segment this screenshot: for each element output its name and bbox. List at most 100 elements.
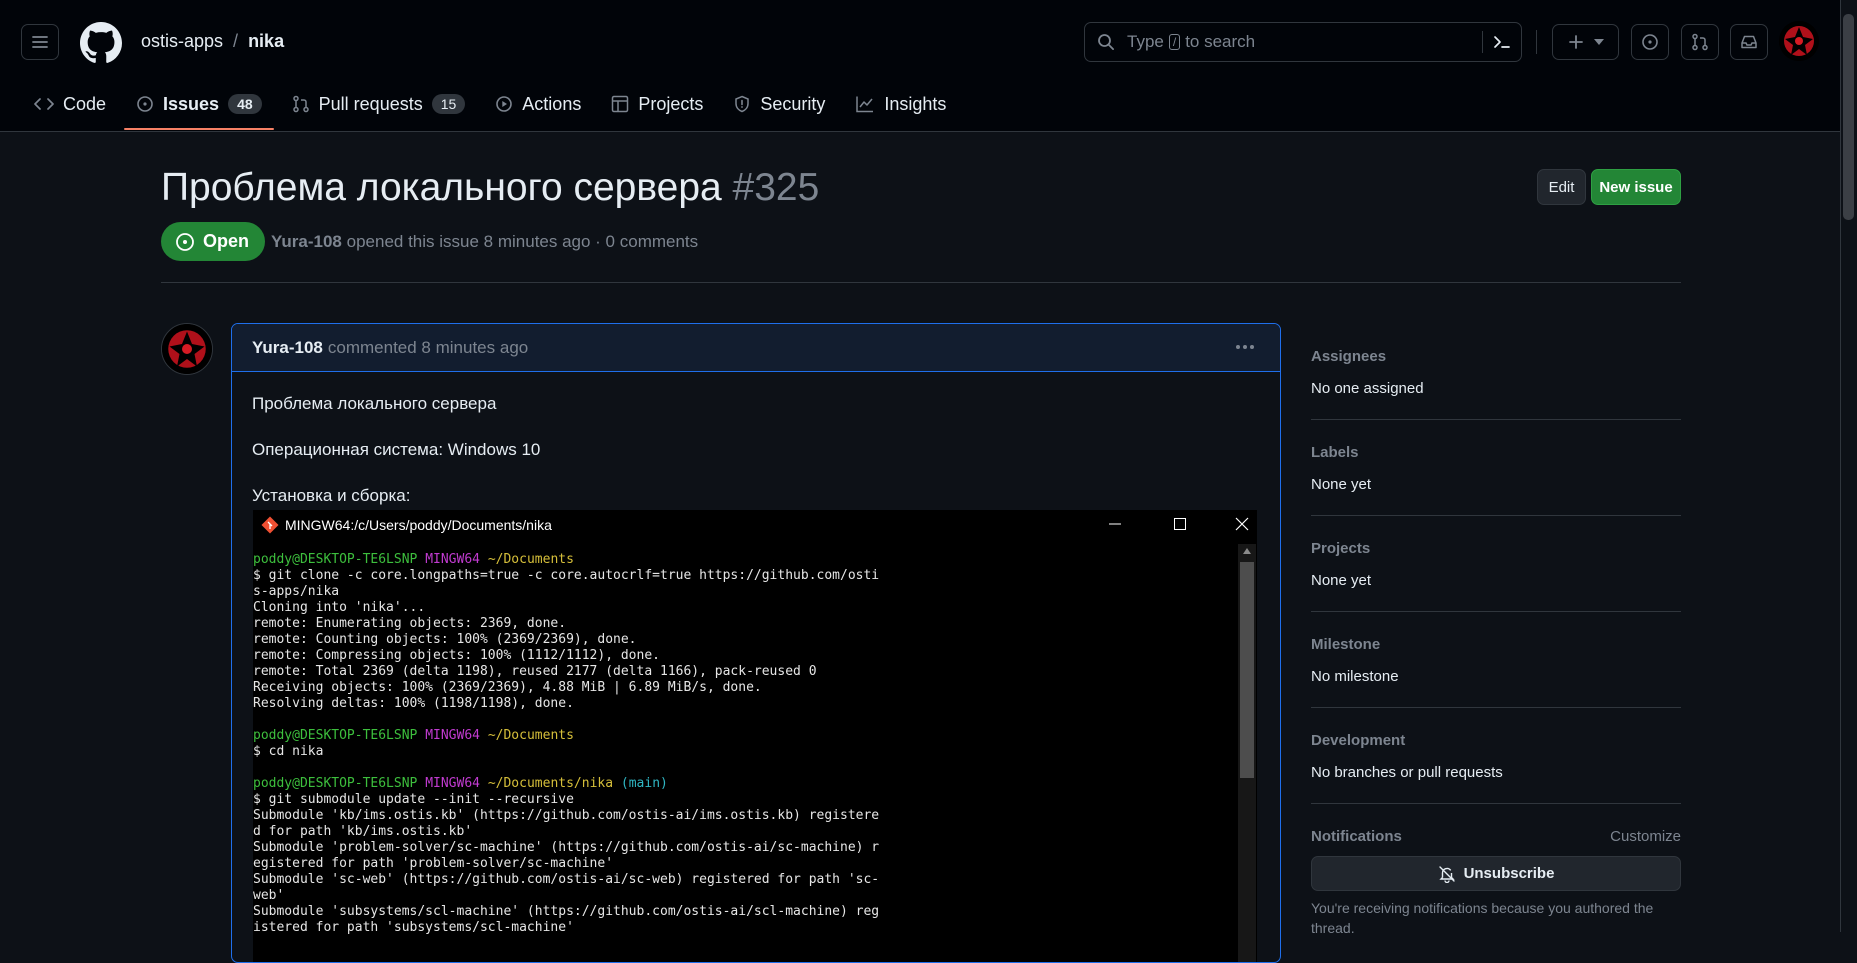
new-issue-button[interactable]: New issue — [1591, 169, 1681, 205]
sidebar-notifications: Notifications Customize — [1311, 828, 1681, 845]
development-heading[interactable]: Development — [1311, 732, 1681, 749]
terminal-command: $ cd nika — [253, 744, 324, 759]
breadcrumb-separator: / — [233, 31, 239, 51]
labels-heading[interactable]: Labels — [1311, 444, 1681, 461]
tab-issues[interactable]: Issues 48 — [124, 84, 274, 130]
sidebar-divider — [1311, 611, 1681, 612]
terminal-line: d for path 'kb/ims.ostis.kb' — [253, 824, 473, 839]
tab-pull-requests[interactable]: Pull requests 15 — [280, 84, 478, 124]
close-icon[interactable] — [1235, 517, 1249, 531]
unsubscribe-label: Unsubscribe — [1463, 865, 1555, 882]
comment-header: Yura-108 commented 8 minutes ago — [232, 324, 1280, 372]
top-header: ostis-apps / nika Type / to search Code … — [0, 0, 1840, 132]
user-avatar[interactable] — [1779, 21, 1819, 61]
prompt-dir: ~/Documents — [487, 728, 574, 743]
pull-requests-button[interactable] — [1681, 24, 1719, 60]
issues-button[interactable] — [1631, 24, 1669, 60]
prompt-env: MINGW64 — [425, 728, 480, 743]
menu-button[interactable] — [21, 24, 59, 60]
maximize-icon[interactable] — [1173, 517, 1187, 531]
code-icon — [34, 96, 54, 112]
terminal-line: istered for path 'subsystems/scl-machine… — [253, 920, 574, 935]
scroll-up-icon[interactable] — [1243, 548, 1251, 554]
milestone-heading[interactable]: Milestone — [1311, 636, 1681, 653]
sidebar-divider — [1311, 419, 1681, 420]
assignees-heading[interactable]: Assignees — [1311, 348, 1681, 365]
terminal-line: Submodule 'subsystems/scl-machine' (http… — [253, 904, 880, 919]
owner-link[interactable]: ostis-apps — [141, 31, 223, 52]
git-logo-icon — [261, 516, 279, 534]
prompt-user: poddy@DESKTOP-TE6LSNP — [253, 776, 418, 791]
terminal-line: remote: Compressing objects: 100% (1112/… — [253, 648, 660, 663]
prompt-branch: (main) — [620, 776, 668, 791]
status-badge: Open — [161, 222, 266, 261]
issue-author-link[interactable]: Yura-108 — [271, 232, 342, 251]
prompt-user: poddy@DESKTOP-TE6LSNP — [253, 728, 418, 743]
sidebar-assignees: Assignees No one assigned — [1311, 348, 1681, 397]
terminal-line: Resolving deltas: 100% (1198/1198), done… — [253, 696, 574, 711]
unsubscribe-button[interactable]: Unsubscribe — [1311, 856, 1681, 891]
tab-insights-label: Insights — [884, 93, 947, 114]
plus-icon — [1568, 34, 1584, 50]
prompt-dir: ~/Documents — [487, 552, 574, 567]
issue-title: Проблема локального сервера #325 — [161, 166, 819, 210]
tab-insights[interactable]: Insights — [843, 84, 958, 124]
terminal-output: poddy@DESKTOP-TE6LSNP MINGW64 ~/Document… — [253, 552, 1233, 936]
customize-link[interactable]: Customize — [1610, 828, 1681, 845]
inbox-button[interactable] — [1730, 24, 1768, 60]
prompt-env: MINGW64 — [425, 552, 480, 567]
minimize-icon[interactable] — [1108, 517, 1122, 531]
terminal-line: remote: Total 2369 (delta 1198), reused … — [253, 664, 817, 679]
search-placeholder-suffix: to search — [1185, 32, 1256, 51]
comment-author-link[interactable]: Yura-108 — [252, 338, 323, 358]
play-icon — [495, 95, 513, 113]
edit-button[interactable]: Edit — [1537, 169, 1586, 205]
sidebar-projects: Projects None yet — [1311, 540, 1681, 589]
terminal-line: remote: Enumerating objects: 2369, done. — [253, 616, 567, 631]
repo-link[interactable]: nika — [248, 31, 284, 52]
hamburger-icon — [31, 34, 49, 50]
triangle-down-icon — [1593, 39, 1604, 45]
projects-value: None yet — [1311, 572, 1372, 589]
terminal-screenshot: MINGW64:/c/Users/poddy/Documents/nika po… — [253, 510, 1257, 962]
issue-meta-text: opened this issue 8 minutes ago · 0 comm… — [346, 232, 699, 251]
comment-line: Операционная система: Windows 10 — [252, 440, 541, 459]
page-scrollbar-thumb[interactable] — [1843, 14, 1854, 220]
bell-slash-icon — [1438, 865, 1456, 883]
assignees-value: No one assigned — [1311, 380, 1424, 397]
inbox-icon — [1740, 33, 1758, 51]
comment-box: Yura-108 commented 8 minutes ago Проблем… — [231, 323, 1281, 963]
git-pull-request-icon — [1691, 33, 1709, 51]
terminal-scrollbar-thumb[interactable] — [1240, 562, 1254, 778]
table-icon — [611, 95, 629, 113]
search-divider — [1482, 31, 1483, 53]
search-placeholder-prefix: Type — [1127, 32, 1164, 51]
terminal-command: $ git clone -c core.longpaths=true -c co… — [253, 568, 880, 583]
terminal-line: remote: Counting objects: 100% (2369/236… — [253, 632, 637, 647]
development-value: No branches or pull requests — [1311, 764, 1503, 781]
github-logo-icon[interactable] — [80, 22, 122, 67]
tab-projects[interactable]: Projects — [599, 84, 715, 124]
search-input[interactable]: Type / to search — [1084, 22, 1522, 62]
kebab-horizontal-icon[interactable] — [1234, 338, 1256, 356]
terminal-line: s-apps/nika — [253, 584, 340, 599]
tab-pull-requests-label: Pull requests — [318, 93, 423, 114]
projects-heading[interactable]: Projects — [1311, 540, 1681, 557]
tab-code[interactable]: Code — [22, 84, 118, 124]
pull-requests-count-badge: 15 — [431, 94, 466, 114]
sidebar-divider — [1311, 803, 1681, 804]
git-pull-request-icon — [292, 95, 310, 113]
issue-meta: Yura-108 opened this issue 8 minutes ago… — [271, 232, 698, 252]
command-palette-icon[interactable] — [1492, 33, 1512, 51]
terminal-line: Submodule 'sc-web' (https://github.com/o… — [253, 872, 880, 887]
issue-opened-icon — [175, 232, 195, 252]
status-label: Open — [203, 231, 250, 251]
tab-security[interactable]: Security — [721, 84, 837, 124]
comment-avatar[interactable] — [161, 323, 213, 375]
comment-line: Установка и сборка: — [252, 486, 411, 505]
tab-actions[interactable]: Actions — [483, 84, 593, 124]
notifications-note: You're receiving notifications because y… — [1311, 900, 1654, 936]
labels-value: None yet — [1311, 476, 1372, 493]
shield-icon — [733, 95, 751, 113]
create-new-button[interactable] — [1552, 24, 1619, 60]
